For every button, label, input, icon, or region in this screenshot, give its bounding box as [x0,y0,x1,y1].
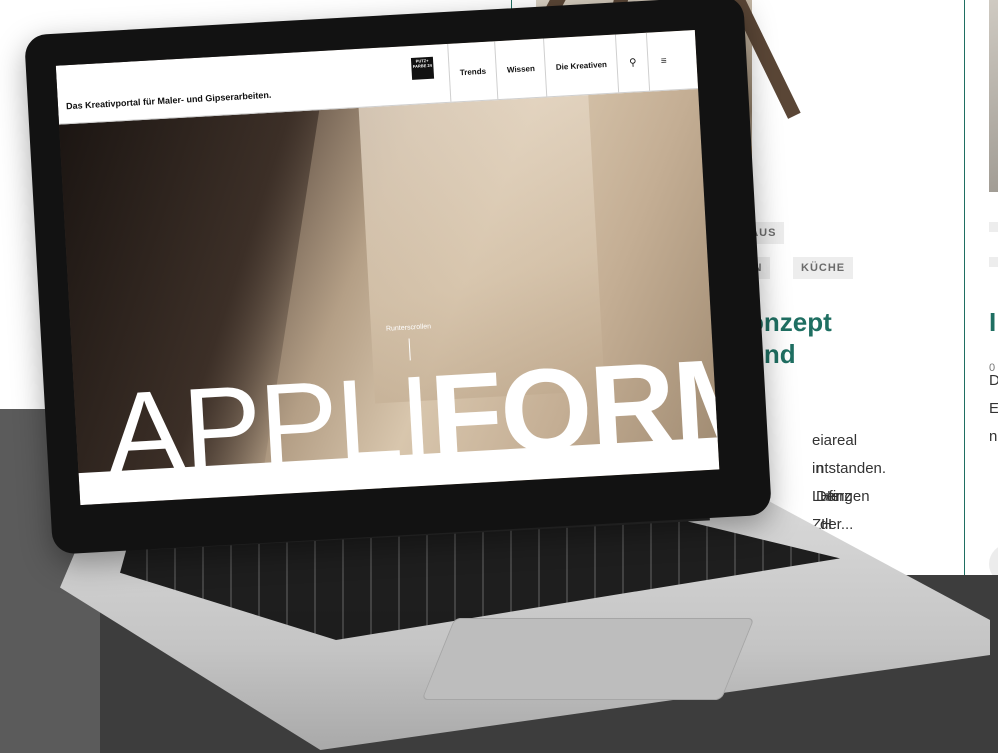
hero-thin-text: APPLI [102,351,435,502]
article-excerpt-line: n [989,428,998,445]
article-card[interactable]: I 0 D E n [964,0,998,610]
category-tag[interactable] [989,257,998,267]
main-nav: Trends Wissen Die Kreativen ⚲ ≡ [447,30,698,102]
category-tag[interactable]: KÜCHE [793,257,854,279]
laptop-lid: Das Kreativportal für Maler- und Gipsera… [24,0,772,555]
article-excerpt-line: E [989,400,998,417]
article-photo [989,0,998,192]
category-tag[interactable] [989,222,998,232]
laptop-screen: Das Kreativportal für Maler- und Gipsera… [55,30,720,506]
menu-icon[interactable]: ≡ [646,31,681,91]
nav-wissen[interactable]: Wissen [494,38,547,100]
trackpad [421,618,755,700]
site-tagline: Das Kreativportal für Maler- und Gipsera… [65,89,272,112]
site-logo[interactable]: PUTZ+ FARBE 24 [410,56,435,80]
nav-die-kreativen[interactable]: Die Kreativen [543,34,619,97]
article-excerpt-line: D [989,372,998,389]
hero-bold-text: FORM [426,332,720,484]
article-title[interactable]: I [989,306,996,338]
article-excerpt-line: Herz der... [820,488,854,533]
search-icon[interactable]: ⚲ [615,32,650,93]
nav-trends[interactable]: Trends [447,41,498,102]
